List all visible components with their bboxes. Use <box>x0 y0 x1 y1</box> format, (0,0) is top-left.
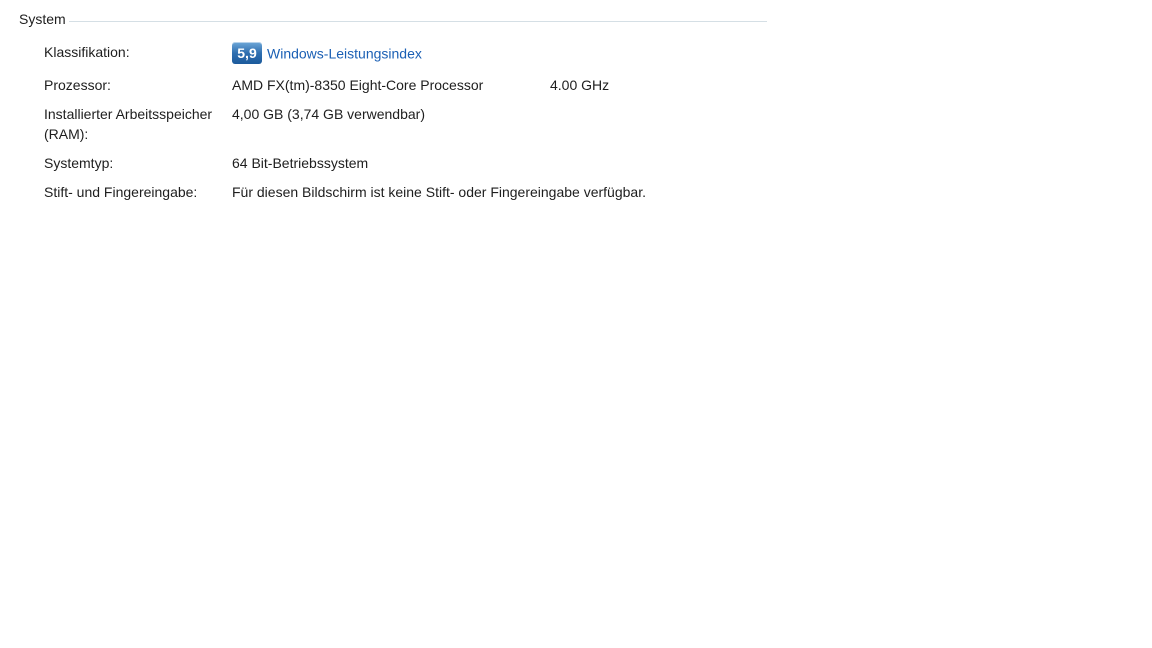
processor-speed: 4.00 GHz <box>550 77 610 93</box>
pen-input-value: Für diesen Bildschirm ist keine Stift- o… <box>232 184 646 200</box>
ram-label-line1: Installierter Arbeitsspeicher <box>44 106 213 122</box>
systemtype-label: Systemtyp: <box>44 155 114 171</box>
ram-label: Installierter Arbeitsspeicher (RAM): <box>44 104 230 144</box>
systemtype-value: 64 Bit-Betriebssystem <box>232 155 369 171</box>
section-title: System <box>19 10 70 28</box>
windows-experience-index-link[interactable]: Windows-Leistungsindex <box>267 45 422 61</box>
performance-index-badge-icon[interactable]: 5,9 <box>232 42 262 65</box>
section-divider <box>69 21 767 22</box>
processor-value: AMD FX(tm)-8350 Eight-Core Processor <box>232 77 484 93</box>
ram-label-line2: (RAM): <box>44 126 89 142</box>
classification-label: Klassifikation: <box>44 44 130 60</box>
classification-value: 5,9 Windows-Leistungsindex <box>232 42 422 65</box>
pen-input-label: Stift- und Fingereingabe: <box>44 184 198 200</box>
system-section-header: System <box>19 10 767 30</box>
ram-value: 4,00 GB (3,74 GB verwendbar) <box>232 106 425 122</box>
processor-label: Prozessor: <box>44 77 111 93</box>
